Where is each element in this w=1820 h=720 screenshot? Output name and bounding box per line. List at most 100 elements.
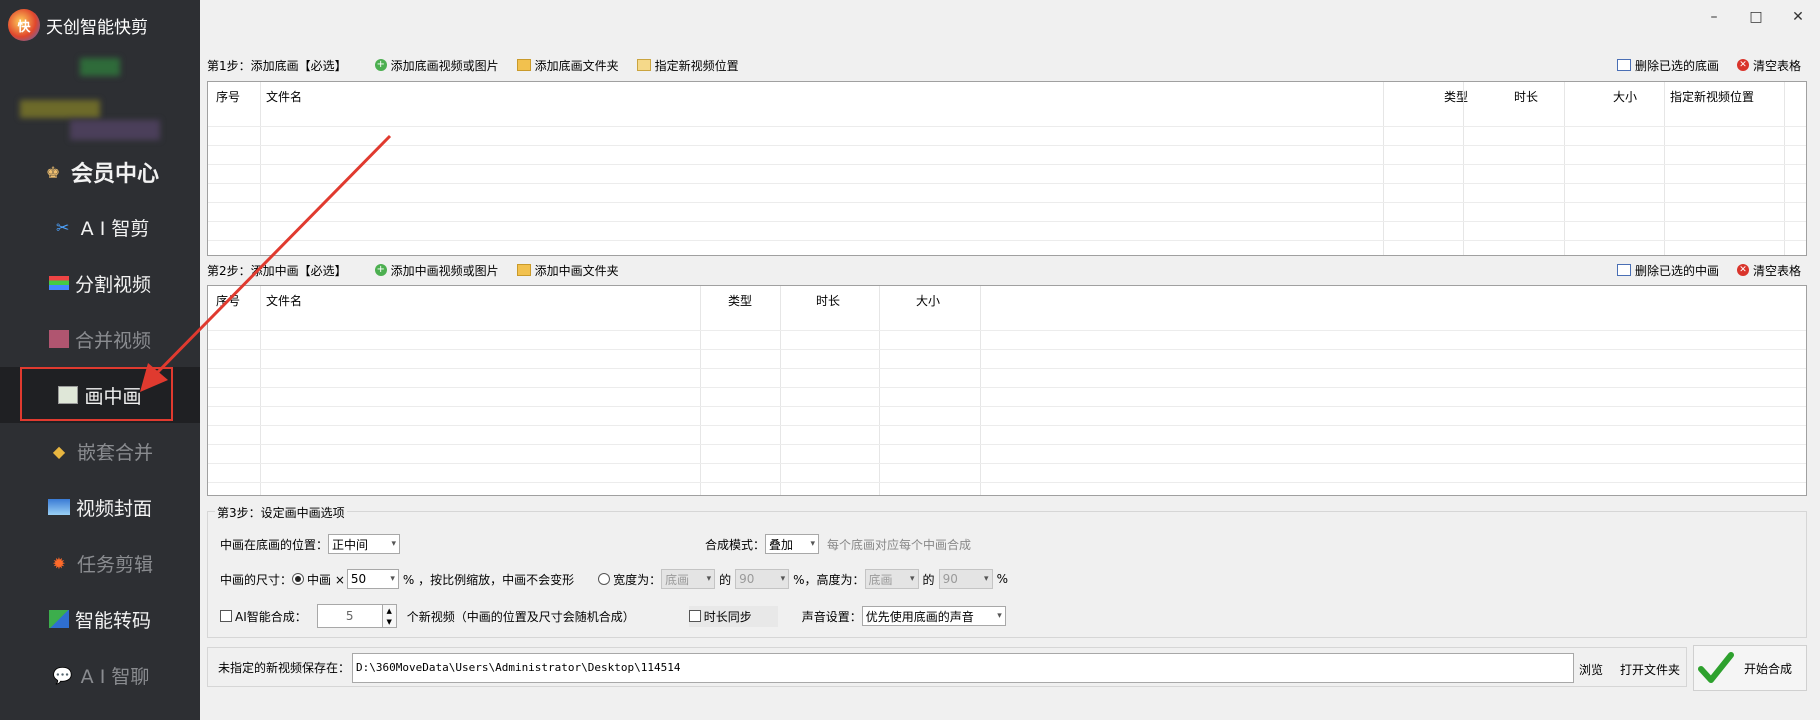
sidebar-item-cover[interactable]: 视频封面 <box>0 479 200 535</box>
output-path-field[interactable]: D:\360MoveData\Users\Administrator\Deskt… <box>352 653 1574 683</box>
pct-label: % <box>996 572 1008 586</box>
col-target-position[interactable]: 指定新视频位置 <box>1670 88 1754 105</box>
col-divider <box>260 82 261 255</box>
col-size[interactable]: 大小 <box>1613 88 1637 105</box>
col-divider <box>700 286 701 495</box>
close-button[interactable]: ✕ <box>1784 6 1812 28</box>
sidebar-item-ai-cut[interactable]: ✂ A I 智剪 <box>0 199 200 255</box>
step2-title: 第2步：添加中画【必选】 <box>207 263 347 278</box>
wh-radio[interactable] <box>598 573 611 585</box>
height-ref-select[interactable]: 底画 ▾ <box>864 569 919 589</box>
col-size[interactable]: 大小 <box>916 292 940 309</box>
ai-row: AI智能合成： 5 ▲ ▼ 个新视频（中画的位置及尺寸会随机合成） 时长同步 声音… <box>220 604 1006 628</box>
row-divider <box>208 202 1806 203</box>
step2-toolbar: 第2步：添加中画【必选】 + 添加中画视频或图片 添加中画文件夹 删除已选的中画 … <box>207 259 1807 281</box>
scale-suffix: % ，按比例缩放，中画不会变形 <box>402 572 575 587</box>
col-filename[interactable]: 文件名 <box>266 292 302 309</box>
ai-count-stepper[interactable]: 5 <box>316 604 383 628</box>
chevron-down-icon: ▾ <box>390 574 395 584</box>
scale-radio[interactable] <box>292 573 305 585</box>
task-edit-icon: ✹ <box>52 553 66 573</box>
sidebar-item-pip[interactable]: 画中画 <box>0 367 200 423</box>
picture-in-picture-icon <box>58 386 79 404</box>
output-label: 未指定的新视频保存在： <box>218 660 351 675</box>
split-video-icon <box>48 276 69 290</box>
col-index[interactable]: 序号 <box>216 292 240 309</box>
sidebar-item-split[interactable]: 分割视频 <box>0 255 200 311</box>
col-index[interactable]: 序号 <box>216 88 240 105</box>
chevron-down-icon[interactable]: ▼ <box>387 618 392 626</box>
col-filename[interactable]: 文件名 <box>266 88 302 105</box>
col-divider <box>980 286 981 495</box>
col-type[interactable]: 类型 <box>1444 88 1468 105</box>
sidebar-item-label: 智能转码 <box>74 609 151 632</box>
position-label: 中画在底画的位置： <box>220 537 329 552</box>
ai-label: AI智能合成： <box>235 609 307 624</box>
scale-select[interactable]: 50 ▾ <box>346 569 399 589</box>
position-select[interactable]: 正中间 ▾ <box>328 534 401 554</box>
add-base-folder-button[interactable]: 添加底画文件夹 <box>516 57 619 74</box>
scale-label: 中画 × <box>307 572 345 587</box>
row-divider <box>208 425 1806 426</box>
ai-count-value: 5 <box>345 609 354 623</box>
step3-options-group: 第3步：设定画中画选项 中画在底画的位置： 正中间 ▾ 合成模式： 叠加 ▾ 每个底… <box>207 504 1807 638</box>
col-divider <box>1564 82 1565 255</box>
delete-selected-base-button[interactable]: 删除已选的底画 <box>1616 57 1719 74</box>
chevron-down-icon: ▾ <box>997 611 1002 621</box>
col-type[interactable]: 类型 <box>728 292 752 309</box>
height-pct-value: 90 <box>942 572 958 586</box>
width-ref-select[interactable]: 底画 ▾ <box>661 569 716 589</box>
sidebar-item-ai-chat[interactable]: 💬 A I 智聊 <box>0 647 200 703</box>
open-folder-button[interactable]: 打开文件夹 <box>1620 661 1680 678</box>
app-title: 快 天创智能快剪 <box>8 8 148 42</box>
vip-user-icon: ♚ <box>45 162 61 182</box>
height-label: %，高度为： <box>793 572 865 587</box>
clear-table-1-label: 清空表格 <box>1752 58 1801 73</box>
ai-checkbox[interactable] <box>220 610 232 622</box>
sidebar-item-task[interactable]: ✹ 任务剪辑 <box>0 535 200 591</box>
row-divider <box>208 482 1806 483</box>
chevron-up-icon[interactable]: ▲ <box>387 607 392 615</box>
add-icon: + <box>374 264 387 276</box>
col-duration[interactable]: 时长 <box>816 292 840 309</box>
delete-selected-overlay-button[interactable]: 删除已选的中画 <box>1616 262 1719 279</box>
add-overlay-media-button[interactable]: + 添加中画视频或图片 <box>374 262 499 279</box>
blurred-user-info-3 <box>70 120 160 140</box>
delete-selected-overlay-label: 删除已选的中画 <box>1634 263 1719 278</box>
mode-select[interactable]: 叠加 ▾ <box>765 534 820 554</box>
col-divider <box>879 286 880 495</box>
row-divider <box>208 368 1806 369</box>
row-divider <box>208 330 1806 331</box>
minimize-button[interactable]: – <box>1700 6 1728 28</box>
sync-duration-option[interactable]: 时长同步 <box>688 605 778 627</box>
sidebar-item-vip[interactable]: ♚ 会员中心 <box>0 144 200 200</box>
width-pct-select[interactable]: 90 ▾ <box>735 569 790 589</box>
sync-label: 时长同步 <box>703 609 752 624</box>
col-duration[interactable]: 时长 <box>1514 88 1538 105</box>
stepper-arrows[interactable]: ▲ ▼ <box>382 604 397 628</box>
col-divider <box>1383 82 1384 255</box>
add-base-media-button[interactable]: + 添加底画视频或图片 <box>374 57 499 74</box>
base-video-table[interactable]: 序号 文件名 类型 时长 大小 指定新视频位置 <box>207 81 1807 256</box>
sidebar-item-transcode[interactable]: 智能转码 <box>0 591 200 647</box>
sidebar-item-nest[interactable]: ◆ 嵌套合并 <box>0 423 200 479</box>
sidebar-item-label: 视频封面 <box>75 497 152 520</box>
add-icon: + <box>374 59 387 71</box>
mode-row: 合成模式： 叠加 ▾ 每个底画对应每个中画合成 <box>705 534 971 554</box>
overlay-video-table[interactable]: 序号 文件名 类型 时长 大小 <box>207 285 1807 496</box>
sidebar-item-merge[interactable]: 合并视频 <box>0 311 200 367</box>
clear-table-1-button[interactable]: ✕ 清空表格 <box>1736 57 1801 74</box>
sidebar-item-label: 合并视频 <box>74 329 151 352</box>
start-compose-button[interactable]: 开始合成 <box>1693 645 1807 691</box>
clear-table-2-button[interactable]: ✕ 清空表格 <box>1736 262 1801 279</box>
height-pct-select[interactable]: 90 ▾ <box>938 569 993 589</box>
wh-label: 宽度为： <box>613 572 662 587</box>
merge-video-icon <box>48 330 69 348</box>
maximize-button[interactable]: □ <box>1742 6 1770 28</box>
add-overlay-folder-button[interactable]: 添加中画文件夹 <box>516 262 619 279</box>
browse-button[interactable]: 浏览 <box>1579 661 1603 678</box>
sync-checkbox[interactable] <box>688 610 701 622</box>
chevron-down-icon: ▾ <box>910 574 915 584</box>
set-position-button[interactable]: 指定新视频位置 <box>636 57 739 74</box>
audio-select[interactable]: 优先使用底画的声音 ▾ <box>861 606 1006 626</box>
